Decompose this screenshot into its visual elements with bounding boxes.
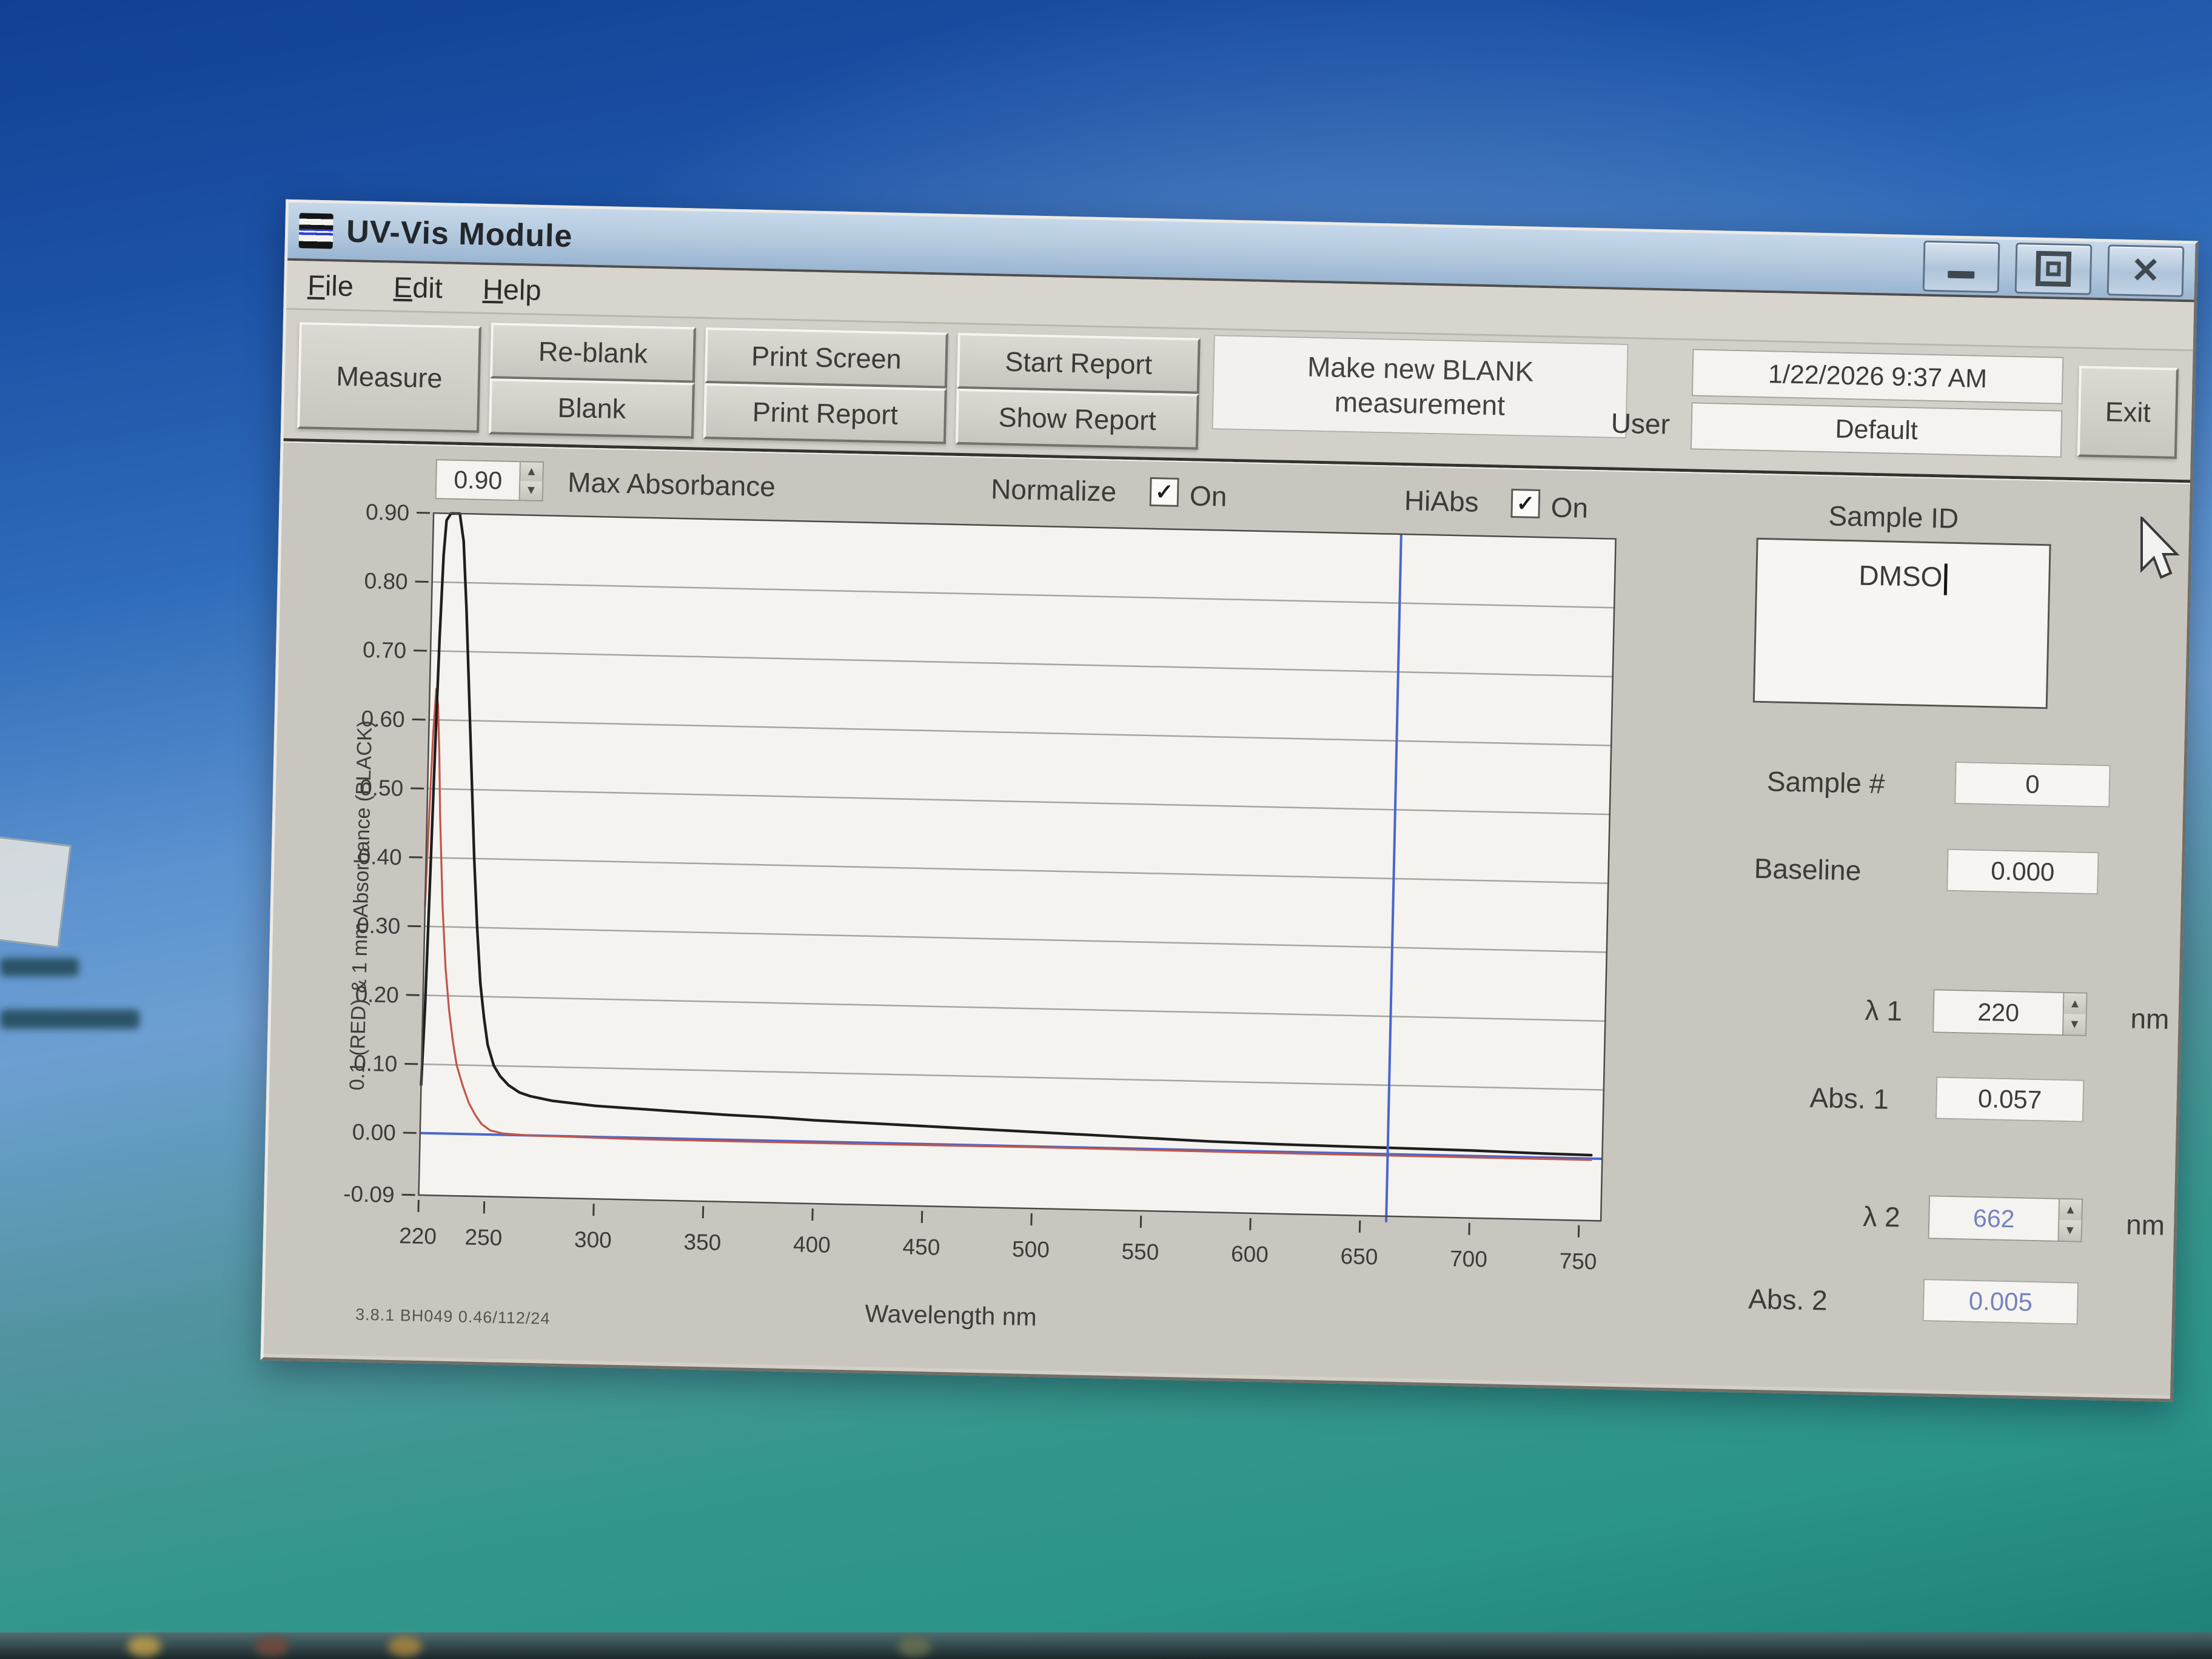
start-report-button[interactable]: Start Report — [957, 333, 1201, 394]
svg-text:700: 700 — [1450, 1246, 1488, 1272]
close-icon: ✕ — [2131, 253, 2161, 289]
lambda1-label: λ 1 — [1865, 994, 1903, 1027]
abs1-field: 0.057 — [1936, 1076, 2084, 1122]
lambda2-label: λ 2 — [1863, 1200, 1901, 1233]
user-field[interactable]: Default — [1691, 402, 2063, 457]
print-screen-button[interactable]: Print Screen — [705, 327, 948, 389]
taskbar-app-icon[interactable] — [897, 1636, 931, 1657]
lambda2-spinner[interactable]: 662 ▲▼ — [1928, 1195, 2083, 1242]
normalize-label: Normalize — [991, 472, 1117, 508]
lambda1-value[interactable]: 220 — [1932, 989, 2065, 1036]
show-report-button[interactable]: Show Report — [956, 389, 1199, 450]
sample-num-field[interactable]: 0 — [1954, 762, 2110, 808]
taskbar[interactable] — [0, 1632, 2212, 1659]
main-panel: 0.90 ▲▼ Max Absorbance Normalize ✓ On Hi… — [264, 441, 2190, 1395]
spin-down-icon[interactable]: ▼ — [2059, 1220, 2082, 1241]
reblank-button[interactable]: Re-blank — [490, 323, 696, 383]
status-message: Make new BLANK measurement — [1212, 335, 1628, 438]
spinner-arrows[interactable]: ▲▼ — [520, 461, 544, 501]
x-axis-label: Wavelength nm — [865, 1299, 1037, 1332]
abs2-field: 0.005 — [1923, 1279, 2079, 1325]
lambda1-unit: nm — [2130, 1002, 2170, 1035]
svg-text:250: 250 — [464, 1225, 503, 1250]
sample-id-input[interactable]: DMSO — [1753, 538, 2051, 709]
app-icon — [299, 213, 333, 249]
baseline-label: Baseline — [1754, 852, 1862, 887]
spin-up-icon[interactable]: ▲ — [2059, 1199, 2082, 1221]
svg-text:650: 650 — [1340, 1244, 1378, 1269]
svg-text:750: 750 — [1559, 1248, 1597, 1274]
lambda2-unit: nm — [2126, 1208, 2165, 1241]
datetime-field: 1/22/2026 9:37 AM — [1692, 349, 2064, 404]
spinner-arrows[interactable]: ▲▼ — [2063, 992, 2087, 1036]
text-caret — [1944, 563, 1948, 595]
max-absorbance-spinner[interactable]: 0.90 ▲▼ — [435, 459, 544, 501]
desktop-icon-label-blur — [0, 1010, 139, 1029]
svg-text:600: 600 — [1231, 1241, 1269, 1267]
menu-help[interactable]: Help — [482, 272, 541, 306]
svg-text:500: 500 — [1012, 1236, 1050, 1262]
minimize-icon — [1948, 271, 1974, 279]
chart-area: 0.900.800.700.600.500.400.300.200.100.00… — [290, 501, 1713, 1302]
svg-text:400: 400 — [793, 1232, 831, 1257]
lambda1-spinner[interactable]: 220 ▲▼ — [1932, 989, 2087, 1036]
taskbar-start-orb[interactable] — [127, 1636, 161, 1657]
hiabs-label: HiAbs — [1404, 484, 1479, 518]
normalize-state: On — [1189, 479, 1227, 512]
spectrum-plot: 0.900.800.700.600.500.400.300.200.100.00… — [290, 501, 1628, 1291]
measure-button[interactable]: Measure — [297, 322, 481, 433]
spin-down-icon[interactable]: ▼ — [520, 481, 542, 500]
svg-text:450: 450 — [902, 1234, 940, 1259]
taskbar-app-icon[interactable] — [255, 1636, 289, 1657]
spinner-arrows[interactable]: ▲▼ — [2059, 1198, 2083, 1242]
abs1-label: Abs. 1 — [1809, 1081, 1889, 1116]
spin-up-icon[interactable]: ▲ — [2064, 993, 2086, 1014]
svg-text:550: 550 — [1121, 1239, 1159, 1264]
sample-id-value: DMSO — [1858, 559, 1943, 592]
spin-up-icon[interactable]: ▲ — [520, 462, 542, 481]
close-button[interactable]: ✕ — [2107, 244, 2185, 297]
normalize-checkbox[interactable]: ✓ — [1150, 477, 1179, 507]
blank-button[interactable]: Blank — [489, 378, 695, 438]
mouse-cursor — [2139, 517, 2188, 583]
restore-button[interactable] — [2015, 243, 2093, 295]
svg-text:350: 350 — [683, 1229, 722, 1255]
menu-file[interactable]: File — [307, 268, 354, 303]
lambda2-value[interactable]: 662 — [1928, 1195, 2060, 1242]
taskbar-app-icon[interactable] — [388, 1636, 422, 1657]
user-label: User — [1610, 406, 1670, 440]
max-absorbance-label: Max Absorbance — [568, 466, 776, 503]
desktop-icon-label-blur — [0, 958, 79, 976]
exit-button[interactable]: Exit — [2077, 366, 2179, 459]
restore-icon — [2036, 251, 2071, 287]
max-absorbance-value[interactable]: 0.90 — [435, 459, 521, 501]
svg-text:220: 220 — [399, 1223, 437, 1248]
minimize-button[interactable] — [1923, 241, 2000, 293]
hiabs-state: On — [1550, 491, 1589, 524]
desktop-document-icon[interactable] — [0, 835, 72, 948]
menu-edit[interactable]: Edit — [393, 270, 443, 304]
hiabs-checkbox[interactable]: ✓ — [1510, 489, 1540, 518]
sample-num-label: Sample # — [1766, 765, 1885, 800]
abs2-label: Abs. 2 — [1748, 1282, 1828, 1317]
version-text: 3.8.1 BH049 0.46/112/24 — [355, 1305, 551, 1329]
svg-text:300: 300 — [574, 1227, 612, 1252]
uv-vis-module-window: UV-Vis Module ✕ File Edit Help Measure R… — [261, 199, 2199, 1402]
svg-text:0.90: 0.90 — [366, 501, 410, 526]
baseline-field[interactable]: 0.000 — [1946, 849, 2099, 894]
print-report-button[interactable]: Print Report — [703, 383, 947, 444]
spin-down-icon[interactable]: ▼ — [2063, 1014, 2086, 1035]
sample-id-label: Sample ID — [1828, 499, 1959, 535]
